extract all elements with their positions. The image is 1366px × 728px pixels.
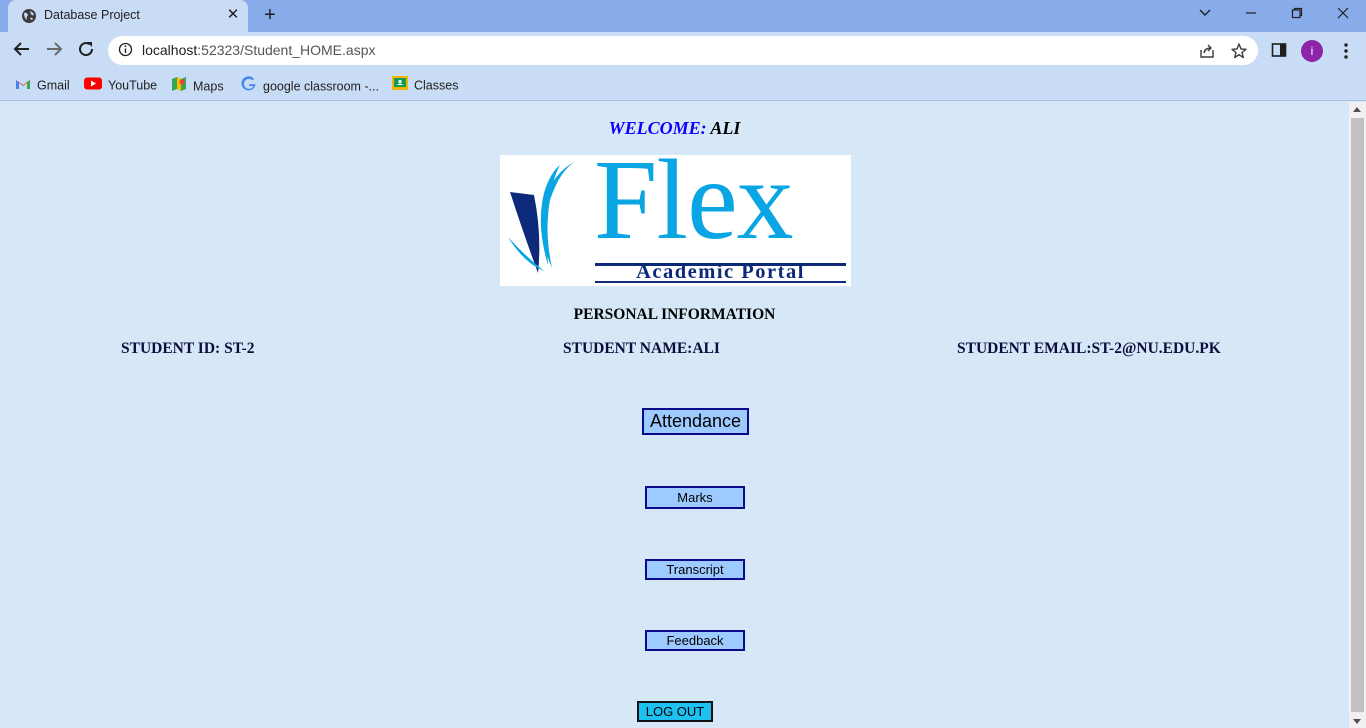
forward-arrow-icon[interactable] [41,39,67,63]
personal-information-title: PERSONAL INFORMATION [573,306,776,323]
vertical-scrollbar[interactable] [1349,102,1366,728]
logo-rule-bottom [595,281,846,283]
page-content: WELCOME: ALI Flex Academic Portal PERSON… [0,102,1349,728]
logo-subtitle: Academic Portal [636,261,805,283]
browser-toolbar: localhost:52323/Student_HOME.aspx i [0,32,1366,70]
flex-academic-portal-logo: Flex Academic Portal [500,155,851,286]
logout-button[interactable]: LOG OUT [637,701,713,722]
bookmark-gmail[interactable]: Gmail [15,76,70,94]
logo-swoosh-icon [508,161,576,273]
tab-title: Database Project [44,8,140,22]
tab-database-project[interactable]: Database Project ✕ [8,0,248,32]
back-arrow-icon[interactable] [9,39,35,63]
scroll-up-arrow-icon[interactable] [1353,107,1361,112]
student-name: STUDENT NAME:ALI [563,340,720,357]
url-text: localhost:52323/Student_HOME.aspx [142,42,376,58]
welcome-heading: WELCOME: ALI [0,118,1349,139]
info-icon[interactable] [118,42,133,57]
close-window-button[interactable] [1331,3,1355,25]
scroll-down-arrow-icon[interactable] [1353,719,1361,724]
marks-button[interactable]: Marks [645,486,745,509]
address-bar[interactable]: localhost:52323/Student_HOME.aspx [108,36,1258,65]
tab-strip: Database Project ✕ + [0,0,1366,32]
classroom-icon [392,76,408,95]
student-id: STUDENT ID: ST-2 [121,340,255,357]
student-email: STUDENT EMAIL:ST-2@NU.EDU.PK [957,340,1221,357]
bookmark-classes[interactable]: Classes [392,76,458,94]
bookmark-maps[interactable]: Maps [171,76,224,94]
share-icon[interactable] [1198,42,1216,60]
youtube-icon [84,77,102,95]
profile-avatar[interactable]: i [1301,40,1323,62]
star-icon[interactable] [1230,42,1248,60]
logo-word: Flex [594,155,794,263]
maps-icon [171,76,187,97]
globe-icon [21,8,37,29]
bookmark-youtube[interactable]: YouTube [84,76,157,94]
tab-search-chevron-icon[interactable] [1193,3,1217,25]
restore-button[interactable] [1285,3,1309,25]
gmail-icon [15,77,31,95]
kebab-menu-icon[interactable] [1338,42,1356,60]
close-tab-icon[interactable]: ✕ [224,6,242,24]
reload-icon[interactable] [73,39,99,63]
attendance-button[interactable]: Attendance [642,408,749,435]
minimize-button[interactable] [1239,3,1263,25]
bookmark-google-classroom[interactable]: google classroom -... [241,76,379,94]
welcome-name: ALI [706,118,741,138]
welcome-label: WELCOME: [608,118,707,138]
new-tab-button[interactable]: + [258,4,282,28]
transcript-button[interactable]: Transcript [645,559,745,580]
scrollbar-thumb[interactable] [1351,118,1364,712]
google-icon [241,76,257,97]
bookmarks-bar: Gmail YouTube Maps google classroom -...… [0,70,1366,101]
feedback-button[interactable]: Feedback [645,630,745,651]
side-panel-icon[interactable] [1271,42,1289,60]
